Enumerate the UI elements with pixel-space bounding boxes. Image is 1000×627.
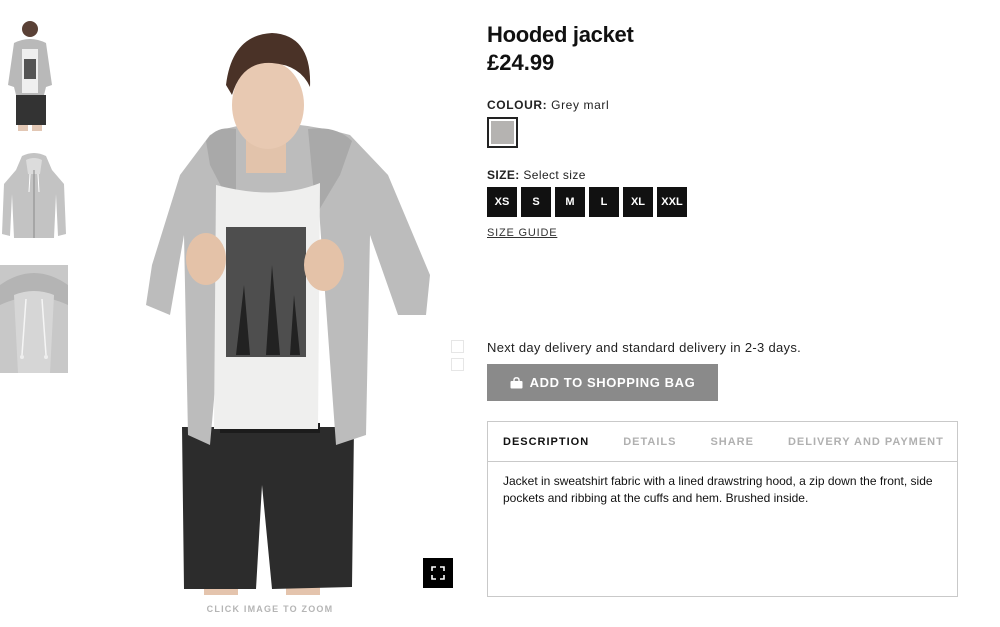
size-option-xs[interactable]: XS xyxy=(487,187,517,217)
tab-details[interactable]: DETAILS xyxy=(623,436,676,448)
delivery-note: Next day delivery and standard delivery … xyxy=(487,340,802,355)
model-wearing-jacket-image xyxy=(140,15,460,595)
size-option-s[interactable]: S xyxy=(521,187,551,217)
colour-swatch-grey-marl[interactable] xyxy=(487,117,518,148)
size-option-m[interactable]: M xyxy=(555,187,585,217)
colour-selector-label: COLOUR: Grey marl xyxy=(487,98,609,112)
selected-size: Select size xyxy=(523,168,586,182)
product-title: Hooded jacket xyxy=(487,22,634,47)
size-guide-link[interactable]: SIZE GUIDE xyxy=(487,227,557,239)
model-front-image xyxy=(0,15,68,133)
thumbnail-hood-detail[interactable] xyxy=(0,265,68,373)
hood-detail-image xyxy=(0,265,68,373)
size-selector-label: SIZE: Select size xyxy=(487,168,586,182)
selected-colour: Grey marl xyxy=(551,98,610,112)
gallery-indicator-2 xyxy=(451,358,464,371)
size-option-xl[interactable]: XL xyxy=(623,187,653,217)
zoom-button[interactable] xyxy=(423,558,453,588)
size-option-xxl[interactable]: XXL xyxy=(657,187,687,217)
product-info-tabs: DESCRIPTION DETAILS SHARE DELIVERY AND P… xyxy=(487,421,958,597)
add-to-bag-label: ADD TO SHOPPING BAG xyxy=(529,375,696,390)
colour-label: COLOUR: xyxy=(487,98,548,112)
jacket-front-image xyxy=(0,150,68,242)
swatch-color xyxy=(491,121,514,144)
size-options: XS S M L XL XXL xyxy=(487,187,687,217)
size-label: SIZE: xyxy=(487,168,520,182)
tab-description[interactable]: DESCRIPTION xyxy=(503,436,589,448)
shopping-bag-icon xyxy=(510,376,523,388)
tab-delivery-and-payment[interactable]: DELIVERY AND PAYMENT xyxy=(788,436,944,448)
add-to-bag-button[interactable]: ADD TO SHOPPING BAG xyxy=(487,364,718,401)
size-option-l[interactable]: L xyxy=(589,187,619,217)
main-product-image[interactable] xyxy=(140,15,460,595)
description-text: Jacket in sweatshirt fabric with a lined… xyxy=(503,474,933,505)
zoom-hint: CLICK IMAGE TO ZOOM xyxy=(206,604,334,614)
tab-share[interactable]: SHARE xyxy=(710,436,754,448)
thumbnail-model-front[interactable] xyxy=(0,15,68,133)
tab-bar: DESCRIPTION DETAILS SHARE DELIVERY AND P… xyxy=(488,422,957,462)
product-price: £24.99 xyxy=(487,50,555,75)
gallery-indicator-1 xyxy=(451,340,464,353)
expand-icon xyxy=(431,566,445,580)
thumbnail-jacket-front[interactable] xyxy=(0,150,68,242)
